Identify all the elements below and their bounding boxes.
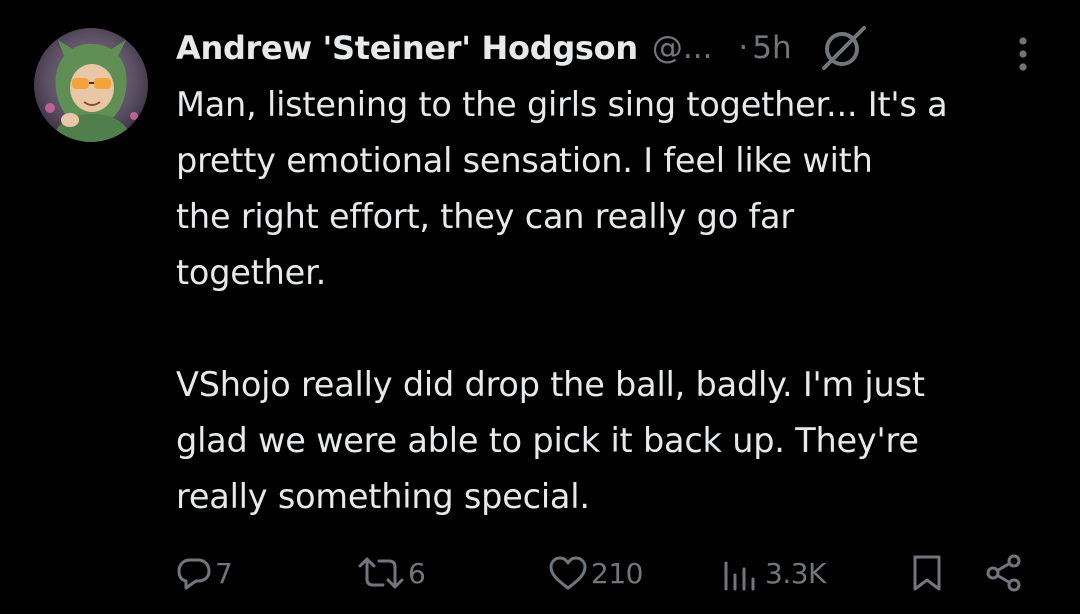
avatar[interactable]: [34, 28, 148, 142]
reply-count: 7: [215, 556, 233, 590]
tweet-line: really something special.: [176, 477, 590, 516]
repost-icon: [358, 557, 404, 589]
share-icon: [986, 554, 1021, 592]
tweet-line: VShojo really did drop the ball, badly. …: [176, 365, 925, 404]
avatar-image: [34, 28, 148, 142]
tweet-line: together.: [176, 253, 327, 292]
like-count: 210: [591, 556, 643, 590]
reply-icon: [177, 558, 211, 590]
tweet-paragraph-2: VShojo really did drop the ball, badly. …: [176, 357, 1056, 525]
tweet-line: pretty emotional sensation. I feel like …: [176, 141, 873, 180]
author-handle[interactable]: @...: [652, 30, 713, 66]
bookmark-button[interactable]: [910, 548, 944, 598]
like-icon: [549, 556, 587, 590]
share-button[interactable]: [984, 548, 1024, 598]
views-icon: [724, 561, 755, 591]
separator-dot: ·: [738, 30, 749, 66]
tweet-line: Man, listening to the girls sing togethe…: [176, 85, 948, 124]
views-count: 3.3K: [765, 556, 826, 590]
more-options-icon[interactable]: [1016, 36, 1030, 72]
like-button[interactable]: 210: [548, 548, 643, 598]
bookmark-icon: [913, 555, 941, 591]
tweet-text: Man, listening to the girls sing togethe…: [176, 77, 1056, 525]
tweet-header: Andrew 'Steiner' Hodgson @... · 5h: [176, 22, 1056, 74]
repost-button[interactable]: 6: [357, 548, 426, 598]
author-display-name[interactable]: Andrew 'Steiner' Hodgson: [176, 29, 638, 67]
tweet-line: glad we were able to pick it back up. Th…: [176, 421, 919, 460]
tweet-paragraph-1: Man, listening to the girls sing togethe…: [176, 77, 1056, 301]
tweet-line: the right effort, they can really go far: [176, 197, 794, 236]
tweet-timestamp[interactable]: 5h: [752, 30, 791, 66]
reply-button[interactable]: 7: [176, 548, 233, 598]
grok-icon[interactable]: [818, 24, 868, 72]
repost-count: 6: [408, 556, 426, 590]
action-bar: 7 6 210 3.3K: [0, 548, 1080, 598]
tweet[interactable]: Andrew 'Steiner' Hodgson @... · 5h Man, …: [0, 0, 1080, 614]
views-button[interactable]: 3.3K: [722, 548, 826, 598]
